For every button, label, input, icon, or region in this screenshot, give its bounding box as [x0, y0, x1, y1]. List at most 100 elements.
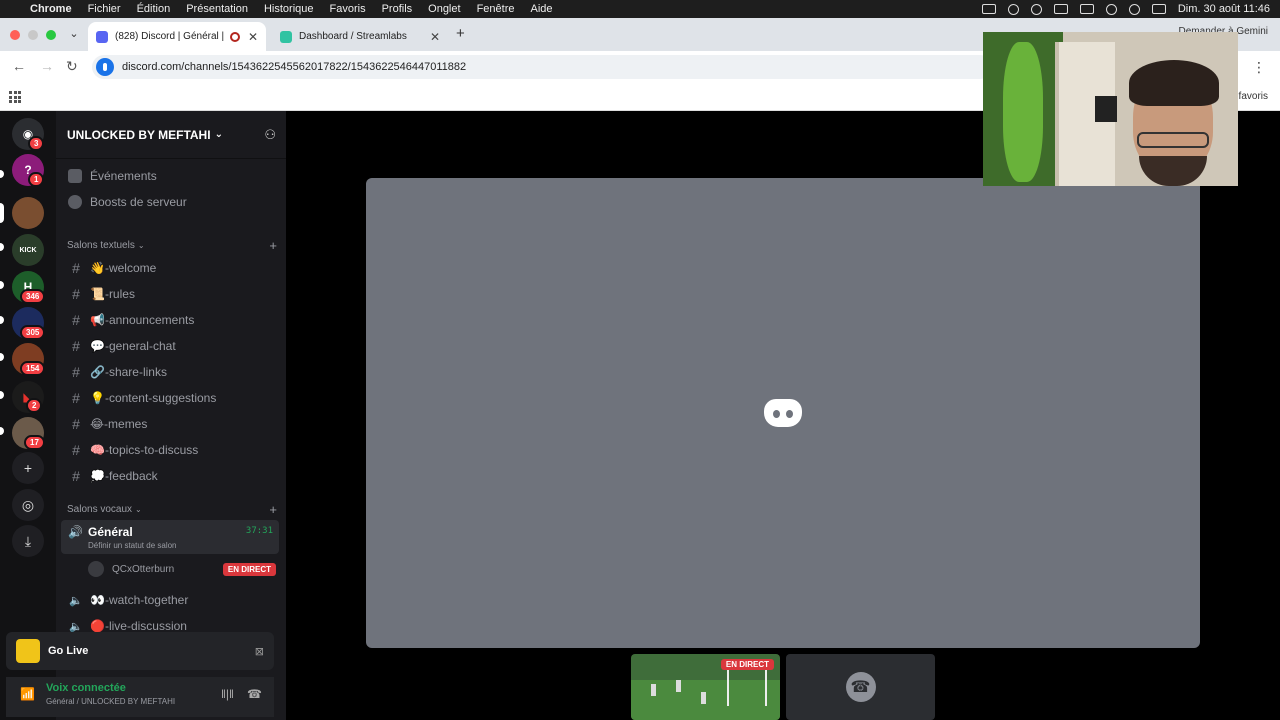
spotlight-icon[interactable]	[1128, 3, 1140, 15]
hash-icon: #	[72, 260, 80, 276]
voice-channel-label: Général	[88, 525, 133, 539]
server-header[interactable]: UNLOCKED BY MEFTAHI ⌄ ⚇	[56, 111, 286, 159]
menu-profils[interactable]: Profils	[382, 3, 413, 15]
browser-menu-icon[interactable]: ⋮	[1252, 59, 1266, 76]
channel-feedback[interactable]: # 💭-feedback	[66, 464, 278, 488]
tab-streamlabs[interactable]: Dashboard / Streamlabs ✕	[272, 22, 448, 51]
wifi-icon[interactable]	[1105, 3, 1117, 15]
menu-favoris[interactable]: Favoris	[330, 3, 366, 15]
channel-topics-to-discuss[interactable]: # 🧠-topics-to-discuss	[66, 438, 278, 462]
input-source-icon[interactable]	[1053, 4, 1068, 14]
game-icon	[16, 639, 40, 663]
server-boosts-link[interactable]: Boosts de serveur	[66, 190, 278, 214]
menu-presentation[interactable]: Présentation	[186, 3, 248, 15]
signal-icon[interactable]: 📶	[20, 687, 35, 701]
close-tab-icon[interactable]: ✕	[430, 30, 440, 44]
invite-people-icon[interactable]: ⚇	[264, 127, 276, 143]
new-tab-icon[interactable]: +	[456, 25, 465, 42]
unread-pill	[0, 243, 4, 251]
play-icon[interactable]	[1030, 3, 1042, 15]
add-server-icon[interactable]: +	[12, 452, 44, 484]
unread-badge: 3	[28, 136, 45, 151]
go-live-panel[interactable]: Go Live ⊠	[6, 632, 274, 670]
set-channel-status-link[interactable]: Définir un statut de salon	[88, 541, 177, 550]
live-badge: EN DIRECT	[720, 659, 774, 670]
channel-watch-together[interactable]: 🔈 👀-watch-together	[66, 588, 278, 612]
call-thumbnail[interactable]: ☎	[786, 654, 935, 720]
tab-discord[interactable]: (828) Discord | Général | ✕	[88, 22, 266, 51]
screen-share-icon[interactable]: ⊠	[255, 645, 264, 658]
download-apps-icon[interactable]: ⤓	[12, 525, 44, 557]
menu-aide[interactable]: Aide	[530, 3, 552, 15]
minimize-window-button[interactable]	[28, 30, 38, 40]
voice-connected-subtitle[interactable]: Général / UNLOCKED BY MEFTAHI	[46, 697, 175, 706]
server-rail: ◉ 3 ? 1 KICK H 346 305 154 ◣ 2 17 + ◎ ⤓	[0, 111, 56, 720]
reload-icon[interactable]: ↻	[66, 58, 78, 75]
forward-arrow-icon[interactable]: →	[40, 58, 54, 74]
speaker-icon: 🔈	[69, 620, 83, 633]
person-beard	[1139, 156, 1207, 186]
discover-compass-icon[interactable]: ◎	[12, 489, 44, 521]
text-channels-category[interactable]: Salons textuels ⌄ +	[67, 238, 277, 253]
channel-rules[interactable]: # 📜-rules	[66, 282, 278, 306]
plant-leaves	[1003, 42, 1043, 182]
create-channel-icon[interactable]: +	[269, 238, 277, 253]
menu-historique[interactable]: Historique	[264, 3, 314, 15]
channel-label: 📢-announcements	[90, 313, 195, 327]
all-bookmarks-link[interactable]: favoris	[1239, 91, 1268, 102]
unread-badge: 305	[20, 325, 46, 340]
events-link[interactable]: Événements	[66, 164, 278, 188]
close-tab-icon[interactable]: ✕	[248, 30, 258, 44]
server-icon-selected[interactable]	[12, 197, 44, 229]
voice-participant[interactable]: QCxOtterburn EN DIRECT	[88, 559, 278, 579]
address-bar[interactable]: discord.com/channels/1543622545562017822…	[92, 55, 992, 79]
voice-connected-label[interactable]: Voix connectée	[46, 682, 126, 694]
channel-label: 👋-welcome	[90, 261, 157, 275]
menu-chrome[interactable]: Chrome	[30, 3, 72, 15]
control-center-icon[interactable]	[1151, 4, 1166, 14]
microphone-icon[interactable]	[96, 58, 114, 76]
voice-channels-category[interactable]: Salons vocaux ⌄ +	[67, 502, 277, 517]
channel-memes[interactable]: # 😂-memes	[66, 412, 278, 436]
create-channel-icon[interactable]: +	[269, 502, 277, 517]
back-arrow-icon[interactable]: ←	[12, 58, 26, 74]
close-window-button[interactable]	[10, 30, 20, 40]
unread-pill	[0, 316, 4, 324]
channel-share-links[interactable]: # 🔗-share-links	[66, 360, 278, 384]
noise-suppression-icon[interactable]: ‖|‖	[221, 687, 234, 701]
menu-onglet[interactable]: Onglet	[428, 3, 460, 15]
server-name: UNLOCKED BY MEFTAHI	[67, 127, 211, 142]
channel-general-chat[interactable]: # 💬-general-chat	[66, 334, 278, 358]
menu-edition[interactable]: Édition	[137, 3, 171, 15]
calendar-icon	[68, 169, 82, 183]
stream-thumbnail[interactable]: EN DIRECT	[631, 654, 780, 720]
battery-icon[interactable]	[1079, 4, 1094, 14]
channel-label: 💭-feedback	[90, 469, 158, 483]
tab-search-chevron-icon[interactable]: ⌄	[66, 26, 82, 42]
apps-grid-icon[interactable]	[9, 91, 21, 103]
menubar-clock[interactable]: Dim. 30 août 11:46	[1178, 3, 1270, 15]
video-tile[interactable]	[366, 178, 1200, 648]
menu-fenetre[interactable]: Fenêtre	[477, 3, 515, 15]
picture-frame	[1095, 96, 1117, 122]
disconnect-icon[interactable]: ☎	[247, 687, 262, 701]
participant-name: QCxOtterburn	[112, 563, 175, 575]
go-live-label: Go Live	[48, 645, 89, 657]
zoom-window-button[interactable]	[46, 30, 56, 40]
server-icon[interactable]: KICK	[12, 234, 44, 266]
channel-announcements[interactable]: # 📢-announcements	[66, 308, 278, 332]
screen-icon[interactable]	[981, 4, 996, 14]
channel-welcome[interactable]: # 👋-welcome	[66, 256, 278, 280]
channel-content-suggestions[interactable]: # 💡-content-suggestions	[66, 386, 278, 410]
boost-icon	[68, 195, 82, 209]
url-text[interactable]: discord.com/channels/1543622545562017822…	[122, 61, 466, 73]
record-icon[interactable]	[1007, 3, 1019, 15]
unread-pill	[0, 353, 4, 361]
unread-badge: 1	[28, 172, 45, 187]
discord-logo-icon	[764, 399, 802, 427]
hash-icon: #	[72, 442, 80, 458]
hash-icon: #	[72, 364, 80, 380]
menu-fichier[interactable]: Fichier	[88, 3, 121, 15]
phone-icon: ☎	[845, 672, 876, 702]
voice-channel-general[interactable]: 🔊 Général 37:31 Définir un statut de sal…	[61, 520, 279, 554]
